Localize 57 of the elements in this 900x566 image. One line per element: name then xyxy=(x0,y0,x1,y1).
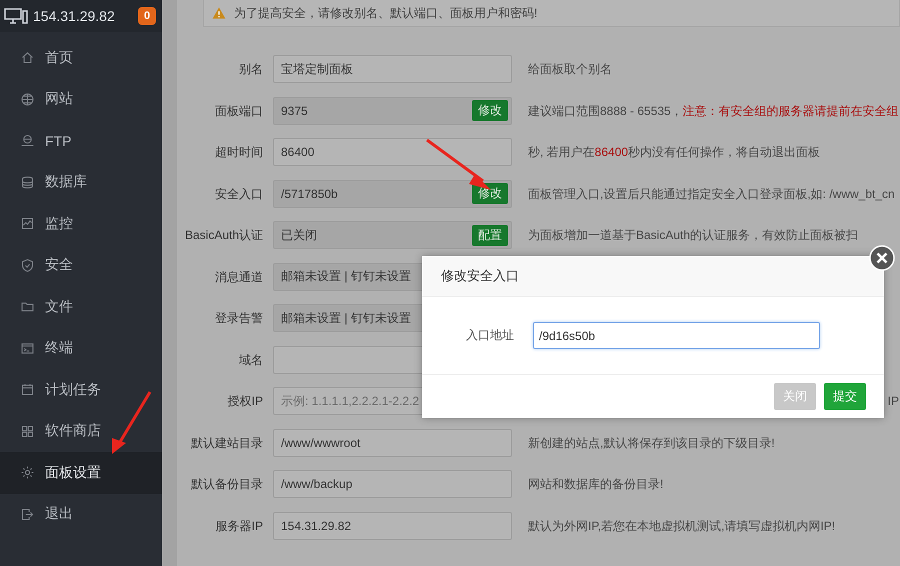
sidebar-item[interactable]: 面板设置 xyxy=(0,452,162,494)
menu-item-icon xyxy=(20,424,35,439)
field-hint: 建议端口范围8888 - 65535，注意：有安全组的服务器请提前在安全组 xyxy=(528,102,899,120)
submit-button[interactable]: 提交 xyxy=(824,383,866,410)
input-field[interactable]: 154.31.29.82 xyxy=(273,512,512,540)
menu-item-icon xyxy=(20,50,35,66)
input-field[interactable]: /www/backup xyxy=(273,470,512,498)
field-hint: 网站和数据库的备份目录! xyxy=(528,476,664,493)
close-icon[interactable] xyxy=(869,245,895,271)
sidebar-item[interactable]: 监控 xyxy=(0,203,162,244)
field-label: 消息通道 xyxy=(214,268,264,286)
input-field[interactable]: 86400 xyxy=(273,138,512,166)
field-label: 登录告警 xyxy=(214,310,264,327)
input-field[interactable]: 宝塔定制面板 xyxy=(273,55,512,83)
menu-item-icon xyxy=(20,340,35,356)
menu-item-icon xyxy=(20,216,35,232)
sidebar-item[interactable]: 退出 xyxy=(0,494,162,535)
monitor-icon xyxy=(4,7,28,25)
field-label: BasicAuth认证 xyxy=(184,227,264,244)
sidebar-item[interactable]: 文件 xyxy=(0,286,162,328)
sidebar-item[interactable]: 数据库 xyxy=(0,162,162,203)
server-ip: 154.31.29.82 xyxy=(33,8,116,24)
sidebar-item[interactable]: 软件商店 xyxy=(0,410,162,452)
field-hint: 秒, 若用户在86400秒内没有任何操作，将自动退出面板 xyxy=(528,144,820,161)
field-label: 别名 xyxy=(238,61,264,78)
menu-item-icon xyxy=(20,465,35,480)
menu-item-icon xyxy=(20,382,35,398)
field-hint: 面板管理入口,设置后只能通过指定安全入口登录面板,如: /www_bt_cn xyxy=(528,186,895,202)
field-hint: IP xyxy=(888,393,899,410)
sidebar-item[interactable]: 计划任务 xyxy=(0,369,162,410)
field-label: 域名 xyxy=(238,352,264,368)
menu-item-icon xyxy=(20,174,35,190)
menu-item-icon xyxy=(20,92,35,107)
field-label: 授权IP xyxy=(226,393,264,410)
field-label: 默认备份目录 xyxy=(190,476,264,493)
menu-item-icon xyxy=(20,506,35,522)
sidebar-item[interactable]: 终端 xyxy=(0,328,162,369)
sidebar-item[interactable]: 网站 xyxy=(0,78,162,120)
field-hint: 新创建的站点,默认将保存到该目录的下级目录! xyxy=(528,434,775,452)
menu-item-icon xyxy=(20,133,35,148)
sidebar-item[interactable]: 首页 xyxy=(0,37,162,78)
field-hint: 为面板增加一道基于BasicAuth的认证服务，有效防止面板被扫 xyxy=(528,227,858,244)
field-hint: 默认为外网IP,若您在本地虚拟机测试,请填写虚拟机内网IP! xyxy=(528,518,836,534)
field-label: 安全入口 xyxy=(214,186,264,202)
field-label: 超时时间 xyxy=(214,144,264,161)
warning-icon xyxy=(212,7,226,19)
sidebar-item[interactable]: 安全 xyxy=(0,244,162,286)
field-hint: 给面板取个别名 xyxy=(528,61,612,78)
field-label: 服务器IP xyxy=(214,518,264,534)
field-label: 默认建站目录 xyxy=(190,434,264,452)
input-field[interactable]: /www/wwwroot xyxy=(273,428,512,456)
entry-path-field[interactable]: /9d16s50b xyxy=(533,322,820,349)
menu-item-icon xyxy=(20,258,35,273)
sidebar-item[interactable]: FTP xyxy=(0,120,162,162)
warning-text: 为了提高安全，请修改别名、默认端口、面板用户和密码! xyxy=(234,4,538,22)
field-label: 面板端口 xyxy=(214,102,264,120)
notification-count[interactable]: 0 xyxy=(138,7,156,25)
